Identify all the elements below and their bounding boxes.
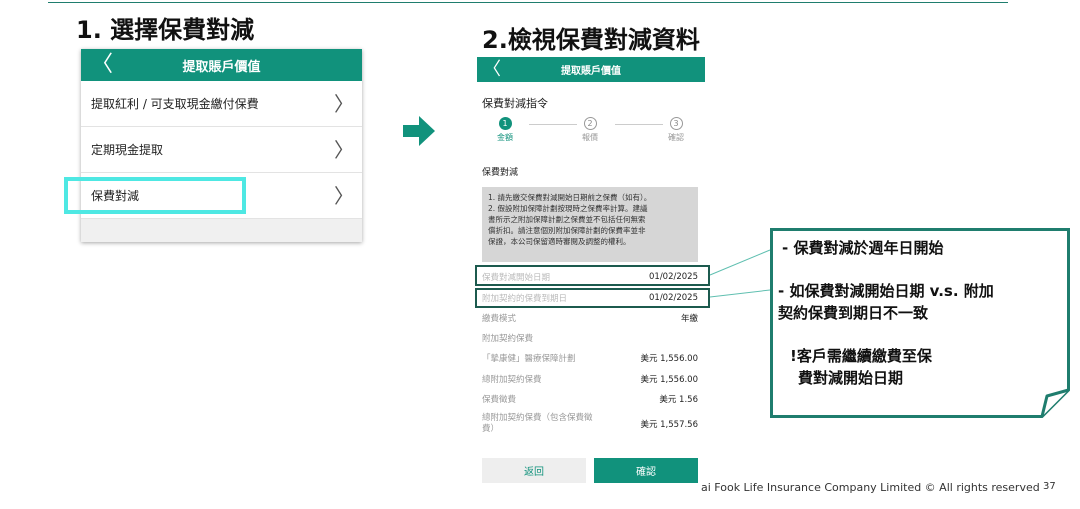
connector-line <box>709 289 771 298</box>
footer-copyright: ai Fook Life Insurance Company Limited ©… <box>701 481 1040 494</box>
callout-note: - 保費對減於週年日開始 - 如保費對減開始日期 v.s. 附加 契約保費到期日… <box>770 228 1070 418</box>
callout-point-anniversary: - 保費對減於週年日開始 <box>782 239 944 257</box>
callout-point-mismatch: - 如保費對減開始日期 v.s. 附加 契約保費到期日不一致 <box>778 282 994 322</box>
page-number: 37 <box>1043 481 1056 492</box>
callout-point-continue-paying: !客戶需繼續繳費至保 費對減開始日期 <box>790 347 932 387</box>
connector-line <box>709 249 771 276</box>
